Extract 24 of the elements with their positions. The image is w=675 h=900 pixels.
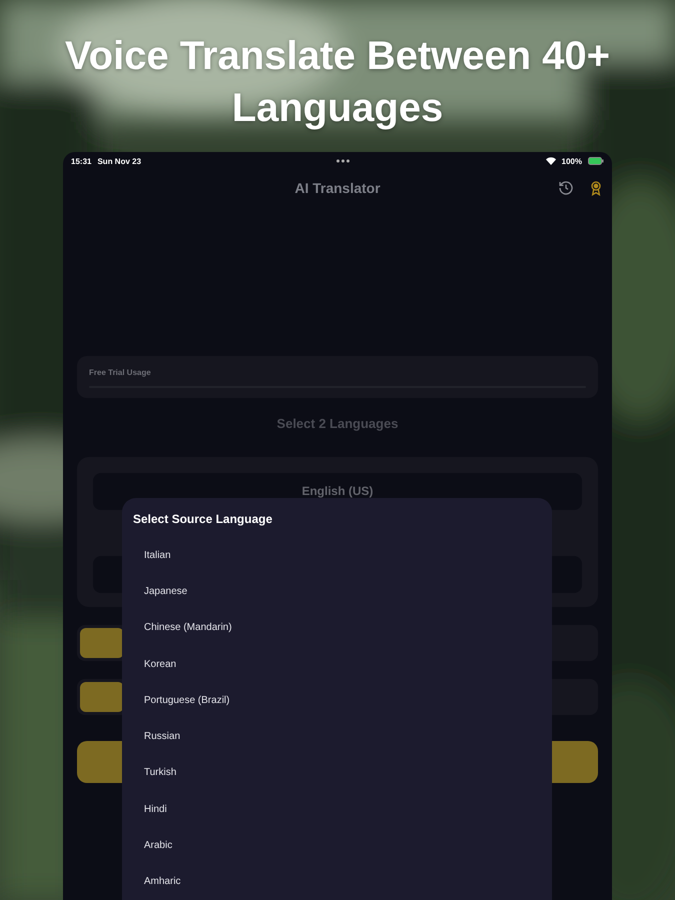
battery-percent: 100% (562, 156, 582, 166)
language-option[interactable]: Chinese (Mandarin) (133, 610, 541, 646)
status-date: Sun Nov 23 (97, 156, 142, 166)
language-option[interactable]: Hindi (133, 791, 541, 828)
history-icon[interactable] (558, 180, 574, 196)
status-time: 15:31 (71, 156, 92, 166)
wifi-icon (546, 157, 556, 165)
option-button[interactable] (80, 628, 124, 658)
sheet-title: Select Source Language (133, 512, 274, 526)
more-icon (336, 159, 350, 163)
language-option[interactable]: Italian (133, 537, 541, 574)
usage-label: Free Trial Usage (89, 368, 152, 377)
language-option[interactable]: Korean (133, 646, 541, 682)
language-option[interactable]: Turkish (133, 754, 541, 792)
language-option[interactable]: Japanese (133, 573, 541, 610)
language-option[interactable]: Amharic (133, 864, 541, 900)
prompt-text: Select 2 Languages (276, 416, 398, 431)
language-option[interactable]: Arabic (133, 827, 541, 864)
option-button[interactable] (80, 682, 124, 712)
app-title: AI Translator (294, 180, 380, 196)
battery-icon (588, 157, 604, 165)
headline: Voice Translate Between 40+ Languages (64, 33, 612, 132)
language-option[interactable]: Russian (133, 718, 541, 755)
language-option[interactable]: Portuguese (Brazil) (133, 682, 541, 718)
